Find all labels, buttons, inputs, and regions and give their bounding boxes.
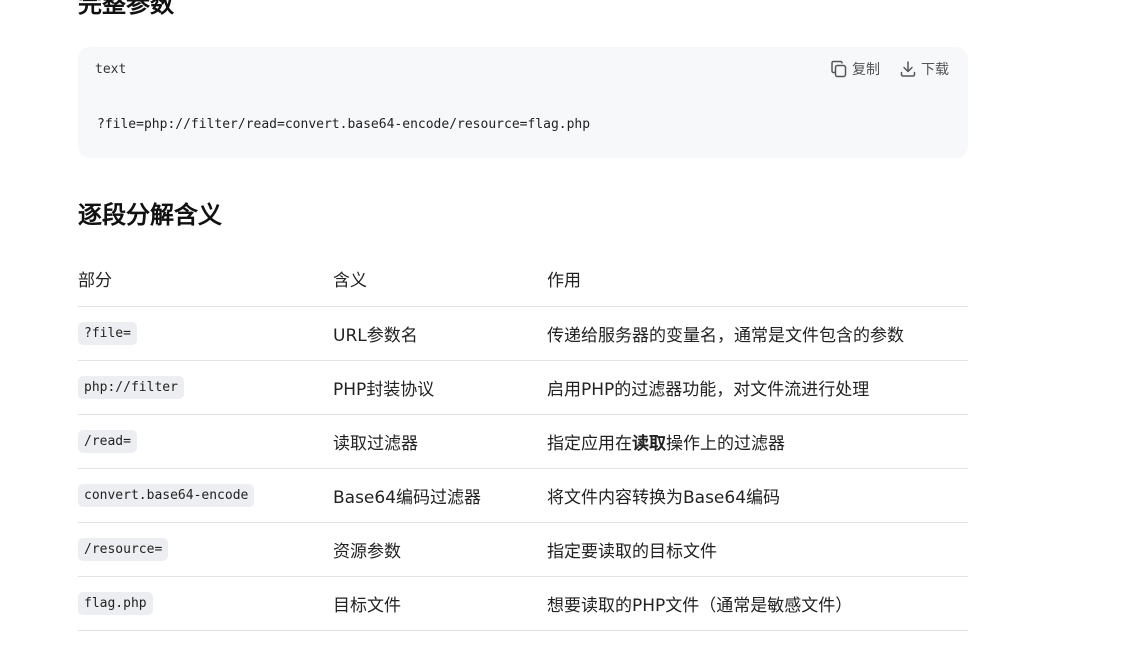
code-block: text 复制 下载 ?file=php://filter/read=conve… (78, 47, 968, 158)
cell-effect: 将文件内容转换为Base64编码 (547, 468, 968, 523)
effect-text-post: 操作上的过滤器 (666, 433, 785, 454)
cell-effect: 传递给服务器的变量名，通常是文件包含的参数 (547, 306, 968, 361)
cell-part: convert.base64-encode (78, 468, 333, 523)
cell-meaning: PHP封装协议 (333, 360, 547, 415)
heading-full-params: 完整参数 (78, 0, 174, 18)
table-row: /resource= 资源参数 指定要读取的目标文件 (78, 522, 968, 577)
table-row: ?file= URL参数名 传递给服务器的变量名，通常是文件包含的参数 (78, 306, 968, 361)
copy-label: 复制 (852, 62, 880, 78)
cell-meaning: 资源参数 (333, 522, 547, 577)
effect-text: 传递给服务器的变量名，通常是文件包含的参数 (547, 325, 904, 346)
page: 完整参数 text 复制 下载 ?file=php://filter/read=… (0, 0, 1140, 653)
download-icon (898, 59, 918, 79)
inline-code: ?file= (78, 321, 137, 345)
inline-code: flag.php (78, 591, 153, 615)
code-actions: 复制 下载 (829, 59, 949, 79)
cell-effect: 启用PHP的过滤器功能，对文件流进行处理 (547, 360, 968, 415)
effect-bold: 读取 (632, 433, 666, 454)
inline-code: /resource= (78, 537, 169, 561)
cell-effect: 指定要读取的目标文件 (547, 522, 968, 577)
download-button[interactable]: 下载 (898, 59, 949, 79)
cell-effect: 指定应用在读取操作上的过滤器 (547, 414, 968, 469)
inline-code: convert.base64-encode (78, 483, 255, 507)
cell-part: /resource= (78, 522, 333, 577)
copy-button[interactable]: 复制 (829, 59, 880, 79)
effect-text: 想要读取的PHP文件（通常是敏感文件） (547, 595, 853, 616)
table-row: flag.php 目标文件 想要读取的PHP文件（通常是敏感文件） (78, 576, 968, 631)
effect-text: 指定应用在 (547, 433, 632, 454)
cell-part: ?file= (78, 306, 333, 361)
cell-effect: 想要读取的PHP文件（通常是敏感文件） (547, 576, 968, 631)
cell-meaning: 目标文件 (333, 576, 547, 631)
header-effect: 作用 (547, 252, 968, 307)
copy-icon (829, 59, 849, 79)
cell-part: /read= (78, 414, 333, 469)
header-meaning: 含义 (333, 252, 547, 307)
code-content: ?file=php://filter/read=convert.base64-e… (97, 117, 591, 132)
inline-code: php://filter (78, 375, 184, 399)
breakdown-table: 部分 含义 作用 ?file= URL参数名 传递给服务器的变量名，通常是文件包… (78, 252, 968, 631)
cell-meaning: Base64编码过滤器 (333, 468, 547, 523)
table-row: /read= 读取过滤器 指定应用在读取操作上的过滤器 (78, 414, 968, 469)
table-row: convert.base64-encode Base64编码过滤器 将文件内容转… (78, 468, 968, 523)
download-label: 下载 (921, 62, 949, 78)
inline-code: /read= (78, 429, 137, 453)
cell-part: php://filter (78, 360, 333, 415)
effect-text: 启用PHP的过滤器功能，对文件流进行处理 (547, 379, 870, 400)
cell-part: flag.php (78, 576, 333, 631)
effect-text: 指定要读取的目标文件 (547, 541, 717, 562)
heading-breakdown: 逐段分解含义 (78, 201, 222, 229)
code-language-label: text (95, 62, 127, 77)
cell-meaning: URL参数名 (333, 306, 547, 361)
header-part: 部分 (78, 252, 333, 307)
table-header-row: 部分 含义 作用 (78, 252, 968, 307)
effect-text: 将文件内容转换为Base64编码 (547, 487, 781, 508)
cell-meaning: 读取过滤器 (333, 414, 547, 469)
table-row: php://filter PHP封装协议 启用PHP的过滤器功能，对文件流进行处… (78, 360, 968, 415)
